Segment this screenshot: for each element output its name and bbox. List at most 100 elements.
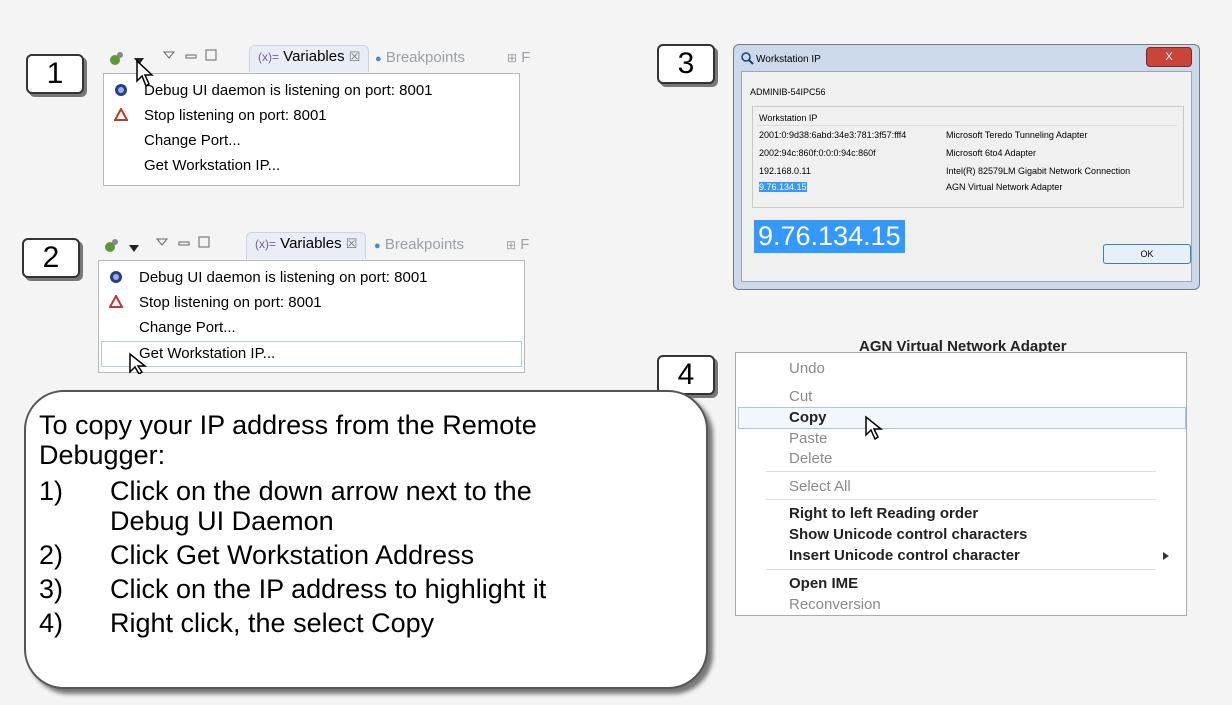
step-2-label: 2 <box>22 238 80 278</box>
eclipse-panel-1: (x)= Variables ☒ ● Breakpoints ⊞ F Debug… <box>103 45 543 186</box>
ip-row-1[interactable]: 2001:0:9d38:6abd:34e3:781:3f57:fff4 <box>759 130 906 140</box>
ok-button[interactable]: OK <box>1103 244 1191 264</box>
step-1-label: 1 <box>26 54 84 94</box>
menu-item-show-unicode[interactable]: Show Unicode control characters <box>789 526 1027 543</box>
tab-variables-label: Variables <box>280 235 342 252</box>
menu-item-rtl[interactable]: Right to left Reading order <box>789 505 978 522</box>
menu-item-select-all[interactable]: Select All <box>789 478 851 495</box>
debug-daemon-icon[interactable] <box>102 235 122 258</box>
grid-icon: ⊞ <box>506 238 517 252</box>
menu-item-get-workstation-ip[interactable]: Get Workstation IP... <box>101 341 522 367</box>
adapter-row-1: Microsoft Teredo Tunneling Adapter <box>946 130 1088 140</box>
menu-item-delete[interactable]: Delete <box>789 450 832 467</box>
menu-item-cut[interactable]: Cut <box>789 388 812 405</box>
tab-variables[interactable]: (x)= Variables ☒ <box>246 232 367 259</box>
menu-item-label: Stop listening on port: 8001 <box>144 107 327 124</box>
instructions-callout: To copy your IP address from the Remote … <box>24 390 708 689</box>
menu-item-label: Stop listening on port: 8001 <box>139 294 322 311</box>
dialog-title: Workstation IP <box>756 54 821 65</box>
divider <box>757 125 1177 126</box>
maximize-icon[interactable] <box>205 48 217 64</box>
step-2-text: Click Get Workstation Address <box>110 540 475 570</box>
ip-row-4[interactable]: 9.76.134.15 <box>759 182 807 192</box>
maximize-icon[interactable] <box>198 235 210 251</box>
menu-item-copy[interactable]: Copy <box>789 409 827 426</box>
daemon-icon <box>115 84 127 96</box>
context-menu: Undo Cut Copy Paste Delete Select All Ri… <box>735 352 1187 616</box>
tab-more-label: F <box>520 236 530 253</box>
view-menu-icon[interactable] <box>155 235 169 251</box>
menu-item-stop-listening[interactable]: Stop listening on port: 8001 <box>104 104 519 128</box>
adapter-row-3: Intel(R) 82579LM Gigabit Network Connect… <box>946 166 1131 176</box>
menu-item-paste[interactable]: Paste <box>789 430 827 447</box>
menu-item-label: Debug UI daemon is listening on port: 80… <box>139 269 428 286</box>
separator <box>766 499 1156 500</box>
search-icon <box>741 52 754 65</box>
menu-item-get-workstation-ip[interactable]: Get Workstation IP... <box>104 154 519 178</box>
instructions-heading-2: Debugger: <box>39 440 166 470</box>
instructions-heading: To copy your IP address from the Remote <box>39 410 537 440</box>
menu-item-stop-listening[interactable]: Stop listening on port: 8001 <box>99 291 524 315</box>
tab-breakpoints[interactable]: ● Breakpoints <box>375 49 465 66</box>
view-toolbar: (x)= Variables ☒ ● Breakpoints ⊞ F <box>103 45 543 72</box>
stop-icon <box>114 108 128 121</box>
step-1-text-b: Debug UI Daemon <box>110 506 334 536</box>
debug-daemon-icon[interactable] <box>107 48 127 71</box>
menu-item-label: Get Workstation IP... <box>144 157 281 174</box>
breakpoints-icon: ● <box>375 53 382 65</box>
step-1-number: 1) <box>39 476 64 506</box>
menu-item-label: Get Workstation IP... <box>139 345 276 362</box>
mouse-cursor-icon <box>129 352 148 374</box>
step-3-number: 3) <box>39 574 64 604</box>
variables-icon: (x)= <box>255 237 276 251</box>
ip-row-2[interactable]: 2002:94c:860f:0:0:0:94c:860f <box>759 148 876 158</box>
close-tab-icon[interactable]: ☒ <box>349 49 361 64</box>
tab-more[interactable]: ⊞ F <box>507 49 530 66</box>
ip-row-3[interactable]: 192.168.0.11 <box>759 166 811 176</box>
adapter-row-2: Microsoft 6to4 Adapter <box>946 148 1037 158</box>
step-3-text: Click on the IP address to highlight it <box>110 574 547 604</box>
minimize-icon[interactable] <box>185 48 197 64</box>
menu-item-daemon-listening[interactable]: Debug UI daemon is listening on port: 80… <box>99 266 524 290</box>
ip-value: 2002:94c:860f:0:0:0:94c:860f <box>759 148 876 158</box>
menu-item-reconversion[interactable]: Reconversion <box>789 596 881 613</box>
submenu-arrow-icon <box>1163 552 1169 560</box>
daemon-icon <box>110 271 122 283</box>
dropdown-arrow-icon[interactable] <box>128 241 140 257</box>
eclipse-panel-2: (x)= Variables ☒ ● Breakpoints ⊞ F Debug… <box>98 232 538 374</box>
tab-more-label: F <box>521 49 531 66</box>
tab-more[interactable]: ⊞ F <box>506 236 529 253</box>
mouse-cursor-icon <box>865 415 884 441</box>
menu-item-change-port[interactable]: Change Port... <box>104 129 519 153</box>
dialog-body: ADMINIB-54IPC56 Workstation IP 2001:0:9d… <box>741 71 1192 282</box>
breakpoints-icon: ● <box>374 240 381 252</box>
menu-item-change-port[interactable]: Change Port... <box>99 316 524 340</box>
grid-icon: ⊞ <box>507 51 518 65</box>
group-label: Workstation IP <box>759 113 818 123</box>
tab-breakpoints-label: Breakpoints <box>384 236 465 253</box>
ip-list-group: Workstation IP 2001:0:9d38:6abd:34e3:781… <box>752 106 1184 208</box>
close-button[interactable]: X <box>1146 47 1192 67</box>
stop-icon <box>109 295 123 308</box>
step-4-text: Right click, the select Copy <box>110 608 435 638</box>
separator <box>766 569 1156 570</box>
minimize-icon[interactable] <box>178 235 190 251</box>
close-tab-icon[interactable]: ☒ <box>346 236 358 251</box>
ip-value-selected: 9.76.134.15 <box>759 182 807 192</box>
menu-item-insert-unicode[interactable]: Insert Unicode control character <box>789 547 1020 564</box>
selected-ip-zoom[interactable]: 9.76.134.15 <box>754 220 905 253</box>
daemon-menu: Debug UI daemon is listening on port: 80… <box>103 73 520 186</box>
tab-breakpoints-label: Breakpoints <box>385 49 466 66</box>
tab-variables[interactable]: (x)= Variables ☒ <box>249 45 370 72</box>
view-menu-icon[interactable] <box>162 48 176 64</box>
menu-item-undo[interactable]: Undo <box>789 360 825 377</box>
menu-item-open-ime[interactable]: Open IME <box>789 575 858 592</box>
tab-variables-label: Variables <box>283 48 345 65</box>
ip-value: 192.168.0.11 <box>759 166 811 176</box>
menu-item-daemon-listening[interactable]: Debug UI daemon is listening on port: 80… <box>104 79 519 103</box>
menu-item-label: Change Port... <box>139 319 236 336</box>
mouse-cursor-icon <box>136 59 154 88</box>
variables-icon: (x)= <box>258 50 279 64</box>
menu-item-label: Debug UI daemon is listening on port: 80… <box>144 82 433 99</box>
tab-breakpoints[interactable]: ● Breakpoints <box>374 236 464 253</box>
